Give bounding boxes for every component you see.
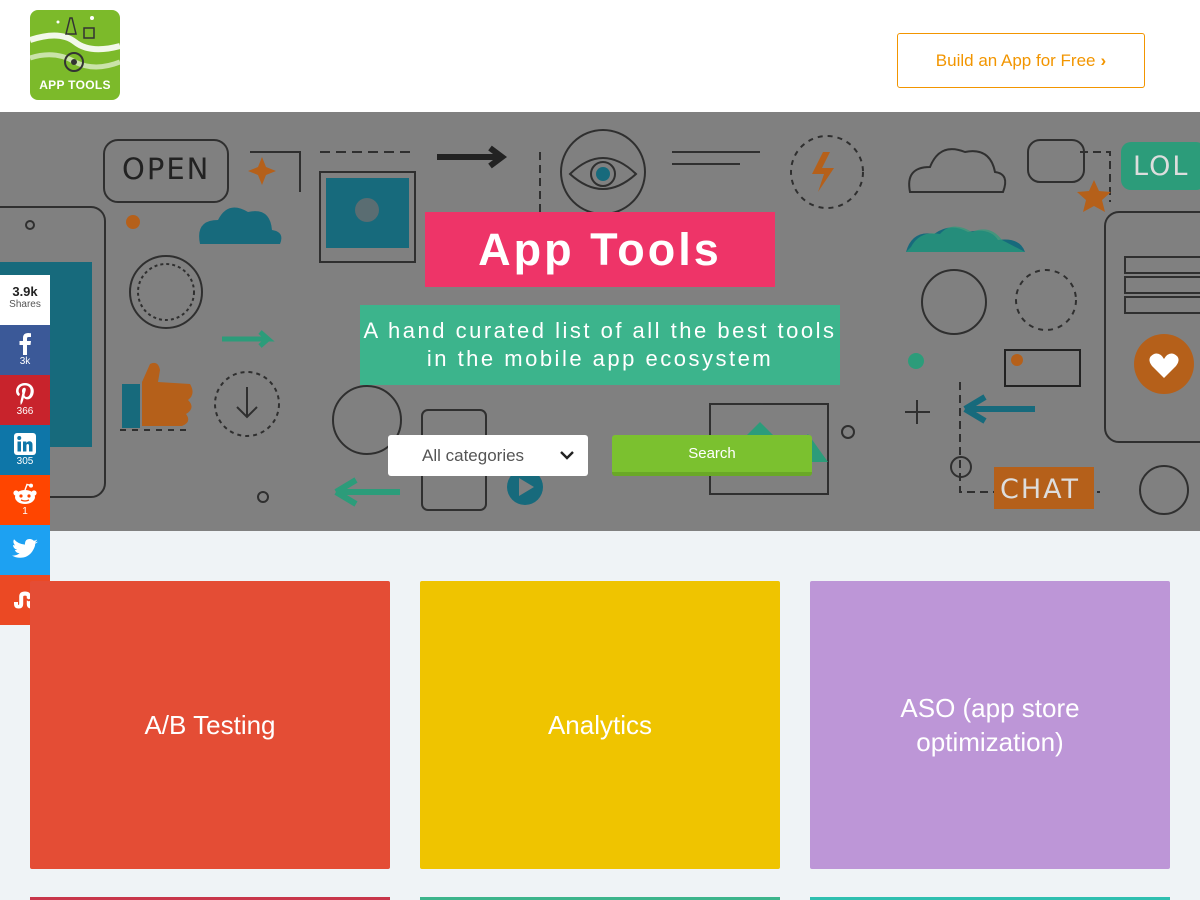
category-tile-ab-testing[interactable]: A/B Testing xyxy=(30,581,390,869)
share-total-count: 3.9k xyxy=(12,284,38,299)
app-tools-logo[interactable]: APP TOOLS xyxy=(30,10,120,100)
search-button[interactable]: Search xyxy=(612,435,812,476)
build-app-label: Build an App for Free xyxy=(935,50,1096,70)
pinterest-share-count: 366 xyxy=(16,406,34,417)
category-tile-label: A/B Testing xyxy=(144,710,276,740)
twitter-share-button[interactable] xyxy=(0,525,50,575)
reddit-share-count: 1 xyxy=(22,506,28,517)
category-tile-analytics[interactable]: Analytics xyxy=(420,581,780,869)
category-tile-label: Analytics xyxy=(547,710,653,740)
pinterest-icon xyxy=(16,383,34,405)
share-total: 3.9k Shares xyxy=(0,275,50,325)
category-tile-aso[interactable]: ASO (app store optimization) xyxy=(810,581,1170,869)
category-select[interactable]: All categories xyxy=(388,435,588,476)
lol-doodle-text: LOL xyxy=(1133,151,1189,182)
site-header: APP TOOLS Build an App for Free › xyxy=(0,0,1200,112)
category-select-value: All categories xyxy=(422,445,525,465)
category-tile-label: ASO (app store optimization) xyxy=(900,693,1080,757)
chat-doodle-text: CHAT xyxy=(1000,474,1080,505)
facebook-icon xyxy=(19,333,31,355)
logo-text: APP TOOLS xyxy=(39,78,111,92)
facebook-share-count: 3k xyxy=(19,356,31,367)
hero-banner: OPEN LOL CHAT App Tools A hand curated l… xyxy=(0,112,1200,531)
build-app-button[interactable]: Build an App for Free › xyxy=(897,33,1145,88)
facebook-share-button[interactable]: 3k xyxy=(0,325,50,375)
pinterest-share-button[interactable]: 366 xyxy=(0,375,50,425)
social-share-bar: 3.9k Shares 3k 366 305 1 xyxy=(0,275,50,625)
chevron-right-icon: › xyxy=(1100,50,1107,70)
reddit-share-button[interactable]: 1 xyxy=(0,475,50,525)
reddit-icon xyxy=(13,483,37,504)
share-total-label: Shares xyxy=(9,299,41,310)
hero-subtitle: A hand curated list of all the best tool… xyxy=(360,305,840,385)
linkedin-share-button[interactable]: 305 xyxy=(0,425,50,475)
hero-title: App Tools xyxy=(425,212,775,287)
open-doodle-text: OPEN xyxy=(122,152,210,186)
linkedin-icon xyxy=(14,433,36,455)
chevron-down-icon xyxy=(560,451,574,460)
twitter-icon xyxy=(12,539,38,558)
linkedin-share-count: 305 xyxy=(16,456,34,467)
